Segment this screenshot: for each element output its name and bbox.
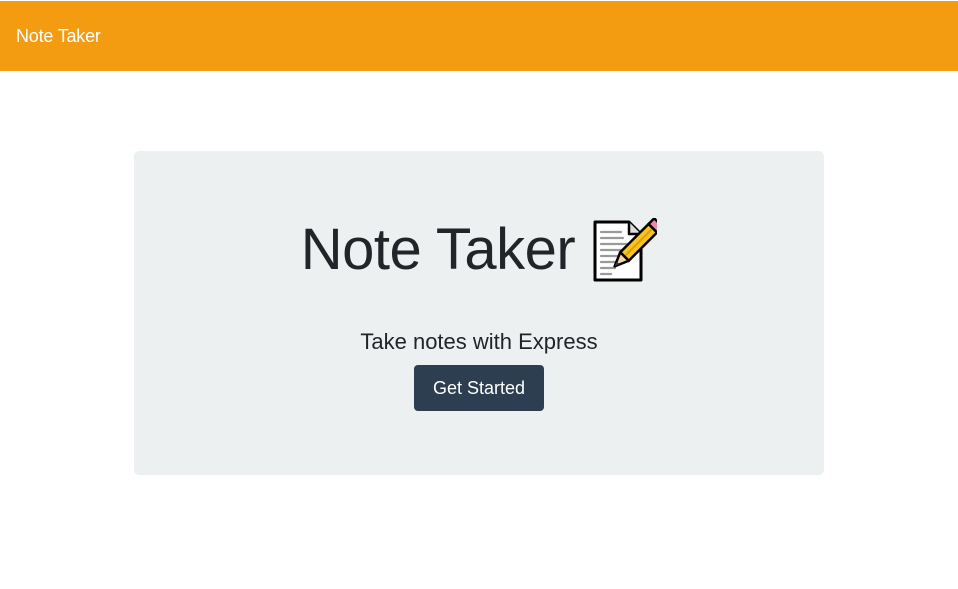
navbar: Note Taker — [0, 1, 958, 71]
hero-subtitle: Take notes with Express — [360, 329, 598, 354]
hero-jumbotron: Note Taker Take notes with Express Get S… — [134, 151, 824, 475]
hero-title-row: Note Taker — [134, 213, 824, 287]
memo-icon — [589, 216, 665, 286]
navbar-brand[interactable]: Note Taker — [16, 26, 101, 47]
get-started-button[interactable]: Get Started — [414, 365, 544, 411]
page-title: Note Taker — [300, 217, 576, 282]
